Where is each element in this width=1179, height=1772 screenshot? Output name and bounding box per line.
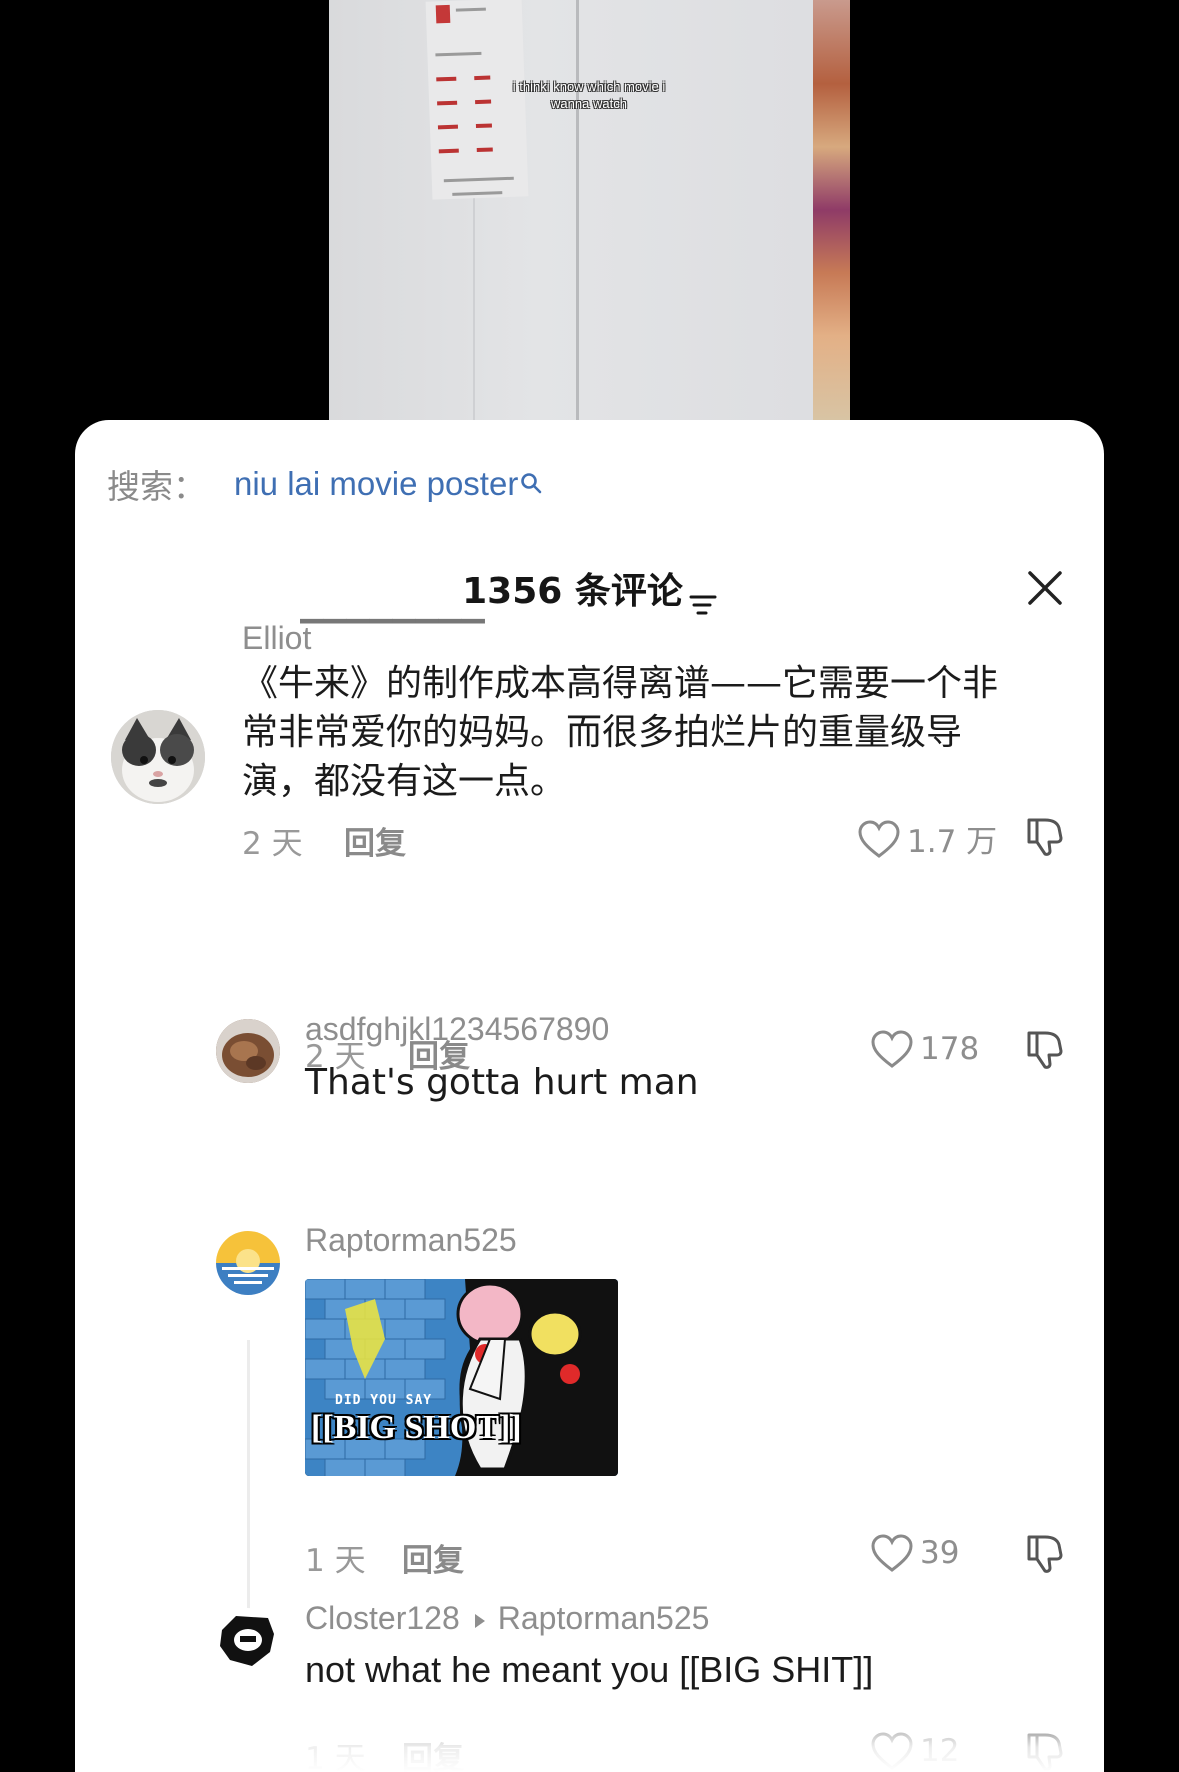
thread-line [247, 1340, 250, 1630]
like-button[interactable]: 178 [870, 1029, 979, 1069]
avatar[interactable] [216, 1608, 280, 1672]
comment-time: 1 天 [305, 1741, 366, 1772]
close-icon[interactable] [1025, 568, 1065, 608]
like-button[interactable]: 39 [870, 1533, 959, 1573]
reply-button[interactable]: 回复 [402, 1733, 464, 1772]
filter-icon[interactable] [689, 578, 717, 615]
door-seam [576, 0, 579, 420]
avatar[interactable] [111, 710, 205, 804]
cat-avatar-icon [111, 710, 205, 804]
like-button[interactable]: 1.7 万 [857, 816, 997, 861]
sign-logo [435, 4, 451, 24]
movie-poster [813, 0, 850, 420]
heart-icon [858, 819, 900, 858]
reply-header: Closter128 Raptorman525 [305, 1600, 709, 1637]
video-player[interactable]: i thinki know which movie i wanna watch [329, 0, 850, 420]
dislike-icon[interactable] [1023, 1729, 1067, 1772]
heart-icon [871, 1030, 913, 1068]
related-search[interactable]: 搜索： niu lai movie poster [107, 462, 542, 506]
sticker-caption-small: DID YOU SAY [335, 1393, 433, 1408]
reply-to-username[interactable]: Raptorman525 [498, 1600, 710, 1637]
search-icon [520, 463, 542, 494]
comment-text-line: 演，都没有这一点。 [242, 761, 567, 802]
comment-count: 1356 条评论 [462, 571, 683, 612]
sunset-avatar-icon [216, 1231, 280, 1295]
dislike-icon[interactable] [1023, 814, 1067, 858]
clipped-previous-content: ▁▁▁▁▁▁▁▁ [300, 618, 780, 632]
sticker-caption-big: [[BIG SHOT]] [311, 1409, 522, 1446]
photo-avatar-icon [216, 1019, 280, 1083]
search-query-link[interactable]: niu lai movie poster [234, 465, 518, 503]
heart-icon [871, 1534, 913, 1572]
reply-arrow-icon [474, 1600, 486, 1637]
search-label: 搜索： [107, 467, 206, 506]
comment-text: not what he meant you [[BIG SHIT]] [305, 1649, 874, 1690]
dislike-icon[interactable] [1023, 1027, 1067, 1071]
comment-time: 1 天 [305, 1543, 366, 1579]
comment-time: 2 天 [305, 1039, 366, 1075]
like-count: 12 [920, 1733, 960, 1769]
avatar[interactable] [216, 1019, 280, 1083]
like-count: 39 [920, 1535, 960, 1571]
like-button[interactable]: 12 [870, 1731, 959, 1771]
comment-text-line: 《牛来》的制作成本高得离谱——它需要一个非 [242, 663, 999, 704]
reply-button[interactable]: 回复 [402, 1535, 464, 1580]
comment-time: 2 天 [242, 826, 303, 862]
big-shot-sticker[interactable]: DID YOU SAY [[BIG SHOT]] [305, 1279, 618, 1476]
comment-text: 《牛来》的制作成本高得离谱——它需要一个非 常非常爱你的妈妈。而很多拍烂片的重量… [242, 659, 1072, 806]
reply-button[interactable]: 回复 [408, 1031, 470, 1076]
comment-username[interactable]: Raptorman525 [305, 1222, 517, 1259]
comment-sheet: 搜索： niu lai movie poster 1356 条评论 ▁▁▁▁▁▁… [75, 420, 1104, 1772]
comments-header: 1356 条评论 [75, 564, 1104, 620]
logo-avatar-icon [216, 1608, 280, 1672]
reply-button[interactable]: 回复 [344, 818, 406, 863]
comment-text-line: 常非常爱你的妈妈。而很多拍烂片的重量级导 [242, 712, 963, 753]
comment-username[interactable]: Closter128 [305, 1600, 460, 1637]
heart-icon [871, 1732, 913, 1770]
video-caption: i thinki know which movie i wanna watch [512, 79, 666, 111]
like-count: 1.7 万 [907, 824, 998, 860]
like-count: 178 [920, 1031, 980, 1067]
comment-username[interactable]: Elliot [242, 620, 311, 657]
dislike-icon[interactable] [1023, 1531, 1067, 1575]
avatar[interactable] [216, 1231, 280, 1295]
